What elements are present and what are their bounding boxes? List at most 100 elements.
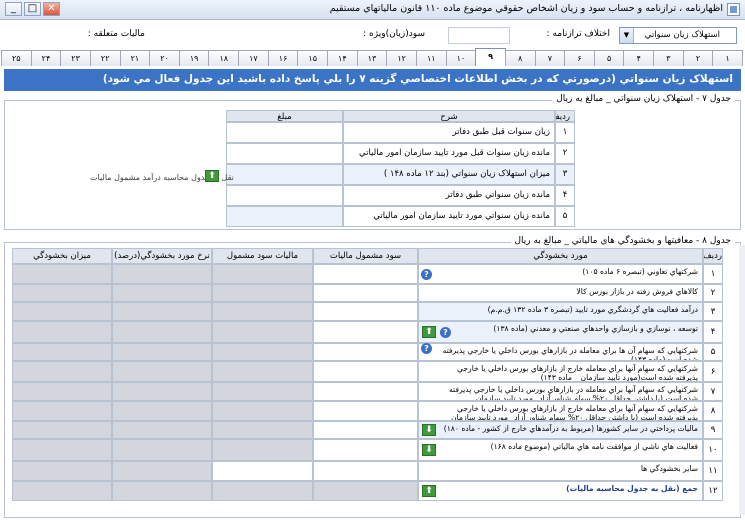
tab-17[interactable]: ۱۷ <box>238 50 269 66</box>
table8-taxable-profit-cell[interactable] <box>313 284 418 302</box>
table8-taxable-profit-cell[interactable] <box>313 382 418 401</box>
balance-dispute-label: اختلاف ترازنامه : <box>546 29 610 39</box>
table7-amount-input[interactable] <box>226 206 343 227</box>
table7-legend: جدول ۷ - استهلاک زيان سنواتي _ مبالغ به … <box>552 94 735 104</box>
table8-row-number: ۹ <box>703 421 723 439</box>
table7-amount-input[interactable] <box>226 122 343 143</box>
table8-profit-tax-cell[interactable] <box>212 461 313 481</box>
table7-row-desc: مانده زيان سنواتي مورد تاييد سازمان امور… <box>343 206 555 227</box>
title-bar: اظهارنامه ، ترازنامه و حساب سود و زيان ا… <box>0 0 745 20</box>
table8-profit-tax-cell <box>212 264 313 284</box>
help-icon[interactable]: ? <box>421 343 432 354</box>
tab-24[interactable]: ۲۴ <box>30 50 62 66</box>
table8-taxable-profit-cell[interactable] <box>313 264 418 284</box>
table7-row-desc: مانده زيان سنوات قبل مورد تاييد سازمان ا… <box>343 143 555 164</box>
table7-amount-input[interactable] <box>226 143 343 164</box>
tab-21[interactable]: ۲۱ <box>119 50 151 66</box>
table7-row-desc: مانده زيان سنواتي طبق دفاتر <box>343 185 555 206</box>
table8-amount-cell <box>12 284 112 302</box>
transfer-arrow-icon[interactable]: ⬇ <box>422 424 436 436</box>
table8-row-item: شرکتهايي که سهام آنها براي معامله در باز… <box>418 382 703 401</box>
table8-taxable-profit-cell[interactable] <box>313 421 418 439</box>
table7-header-row: رديف <box>555 110 575 122</box>
help-icon[interactable]: ? <box>440 326 451 338</box>
table8-taxable-profit-cell[interactable] <box>313 361 418 382</box>
tab-23[interactable]: ۲۳ <box>60 50 91 66</box>
table8-taxable-profit-cell[interactable] <box>313 302 418 321</box>
tab-6[interactable]: ۶ <box>564 50 595 66</box>
table8-header-profit-tax: ماليات سود مشمول <box>212 248 313 264</box>
tab-14[interactable]: ۱۴ <box>327 50 358 66</box>
table8-header-rate: نرخ مورد بخشودگي(درصد) <box>112 248 212 264</box>
table8-row-number: ۶ <box>703 361 723 382</box>
table8-profit-tax-cell <box>212 481 313 501</box>
table8-row-item: شرکتهايي که سهام آنها براي معامله خارج ا… <box>418 401 703 421</box>
table8-taxable-profit-cell[interactable] <box>313 401 418 421</box>
app-icon <box>727 3 740 16</box>
tab-13[interactable]: ۱۳ <box>356 50 388 66</box>
table7-amount-input[interactable] <box>226 164 343 185</box>
tab-7[interactable]: ۷ <box>534 50 566 66</box>
table8-header-taxable-profit: سود مشمول ماليات <box>313 248 418 264</box>
table8-row-item: فعاليت هاي ناشي از موافقت نامه هاي ماليا… <box>418 439 703 461</box>
table8-amount-cell <box>12 481 112 501</box>
transfer-arrow-icon[interactable]: ⬆ <box>205 170 219 182</box>
tab-18[interactable]: ۱۸ <box>208 50 240 66</box>
table8-row-number: ۴ <box>703 321 723 343</box>
transfer-arrow-icon[interactable]: ⬇ <box>422 444 436 456</box>
table8-row-item: ساير بخشودگي ها <box>418 461 703 481</box>
tab-22[interactable]: ۲۲ <box>89 50 121 66</box>
tab-12[interactable]: ۱۲ <box>386 50 417 66</box>
table8-profit-tax-cell <box>212 382 313 401</box>
table7-row-desc: زيان سنوات قبل طبق دفاتر <box>343 122 555 143</box>
table8-row-item: جمع (نقل به جدول محاسبه ماليات) <box>418 481 703 501</box>
table8-rate-cell <box>112 421 212 439</box>
tab-20[interactable]: ۲۰ <box>149 50 180 66</box>
section-banner: استهلاک زيان سنواتي (درصورتي که در بخش ا… <box>4 69 741 91</box>
tab-11[interactable]: ۱۱ <box>415 50 447 66</box>
table8-row-number: ۳ <box>703 302 723 321</box>
table8-rate-cell <box>112 439 212 461</box>
table8-taxable-profit-cell[interactable] <box>313 461 418 481</box>
tab-2[interactable]: ۲ <box>682 50 714 66</box>
tab-5[interactable]: ۵ <box>593 50 625 66</box>
tab-19[interactable]: ۱۹ <box>178 50 210 66</box>
table7-row-number: ۴ <box>555 185 575 206</box>
tax-payable-label: ماليات متعلقه : <box>87 29 145 39</box>
balance-dispute-field[interactable] <box>448 27 510 44</box>
tab-9[interactable]: ۹ <box>475 48 506 66</box>
table8-taxable-profit-cell[interactable] <box>313 343 418 361</box>
help-icon[interactable]: ? <box>421 268 432 280</box>
table7-row-desc: ميزان استهلاک زيان سنواتي (بند ۱۲ ماده ۱… <box>343 164 555 185</box>
table-select-dropdown[interactable]: استهلاک زيان سنواتي ▼ <box>619 27 737 44</box>
tab-15[interactable]: ۱۵ <box>297 50 329 66</box>
table8-amount-cell <box>12 461 112 481</box>
tab-25[interactable]: ۲۵ <box>0 50 32 66</box>
table8-taxable-profit-cell[interactable] <box>313 321 418 343</box>
table8-row-number: ۷ <box>703 382 723 401</box>
table7-amount-input[interactable] <box>226 185 343 206</box>
tab-4[interactable]: ۴ <box>623 50 655 66</box>
table8-rate-cell <box>112 382 212 401</box>
table8-profit-tax-cell <box>212 343 313 361</box>
table8-row-number: ۱۱ <box>703 461 723 481</box>
table8-row-item: کالاهاي فروش رفته در بازار بورس کالا <box>418 284 703 302</box>
transfer-arrow-icon[interactable]: ⬆ <box>422 326 436 338</box>
tab-1[interactable]: ۱ <box>712 50 743 66</box>
close-button[interactable]: ✕ <box>43 2 60 16</box>
table8-taxable-profit-cell[interactable] <box>313 439 418 461</box>
maximize-button[interactable]: □ <box>24 2 41 16</box>
table-select-value: استهلاک زيان سنواتي <box>644 30 720 40</box>
table7-row-number: ۱ <box>555 122 575 143</box>
table8-row-number: ۱۲ <box>703 481 723 501</box>
transfer-arrow-icon[interactable]: ⬆ <box>422 485 436 497</box>
table7-row-number: ۳ <box>555 164 575 185</box>
tab-8[interactable]: ۸ <box>504 50 536 66</box>
minimize-button[interactable]: _ <box>5 2 22 16</box>
tab-10[interactable]: ۱۰ <box>445 50 477 66</box>
tab-16[interactable]: ۱۶ <box>267 50 299 66</box>
vertical-scrollbar[interactable] <box>739 245 745 515</box>
table8-amount-cell <box>12 439 112 461</box>
tab-3[interactable]: ۳ <box>653 50 684 66</box>
table8-rate-cell <box>112 461 212 481</box>
